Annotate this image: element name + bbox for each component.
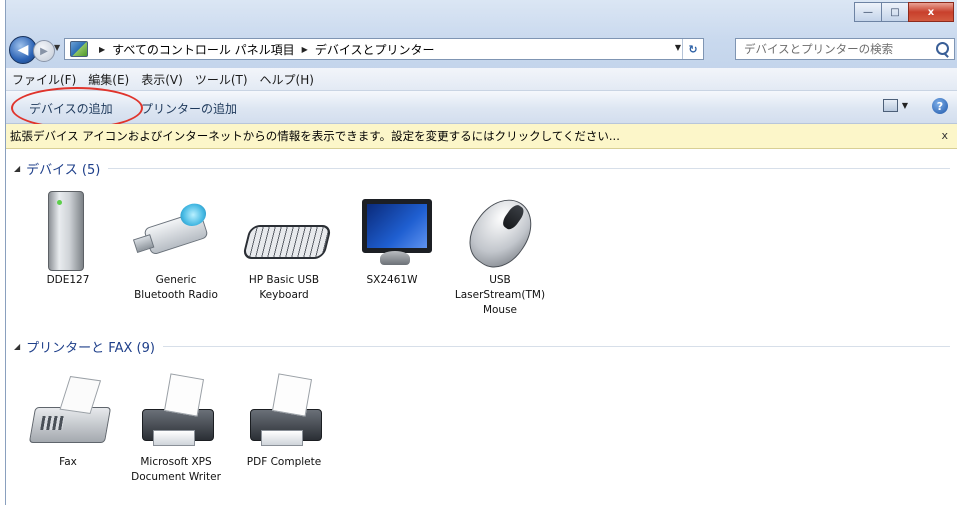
device-tile[interactable]: HP Basic USB Keyboard xyxy=(230,189,338,318)
forward-button[interactable]: ▶ xyxy=(33,40,55,62)
device-label: SX2461W xyxy=(366,274,418,286)
info-bar-close-button[interactable]: x xyxy=(941,129,948,142)
info-bar-text[interactable]: 拡張デバイス アイコンおよびインターネットからの情報を表示できます。設定を変更す… xyxy=(6,128,620,144)
printer-icon xyxy=(244,371,324,451)
printer-icon xyxy=(136,371,216,451)
breadcrumb-devices-and-printers[interactable]: デバイスとプリンター xyxy=(315,41,435,58)
device-label: DDE127 xyxy=(46,274,90,286)
external-hdd-icon xyxy=(28,189,108,271)
change-view-button[interactable]: ▼ xyxy=(882,99,908,112)
refresh-icon[interactable]: ↻ xyxy=(682,39,703,59)
fax-icon xyxy=(28,371,112,451)
navigation-bar: ◀ ▶ ▼ ▶ すべてのコントロール パネル項目 ▶ デバイスとプリンター ▼ … xyxy=(6,34,957,64)
minimize-button[interactable]: — xyxy=(854,2,882,22)
monitor-icon xyxy=(352,189,432,269)
explorer-window: — □ x ◀ ▶ ▼ ▶ すべてのコントロール パネル項目 ▶ デバイスとプリ… xyxy=(5,0,957,505)
highlight-annotation xyxy=(11,87,143,129)
view-options-icon xyxy=(882,99,898,112)
device-label: Generic Bluetooth Radio xyxy=(134,274,218,301)
device-list: ◢ デバイス (5) DDE127 Generic Bluetooth Radi… xyxy=(6,149,957,505)
printers-tiles: Fax Microsoft XPS Document Writer PDF Co… xyxy=(14,371,338,485)
printer-label: Fax xyxy=(59,456,77,468)
search-input[interactable]: デバイスとプリンターの検索 xyxy=(735,38,955,60)
chevron-right-icon[interactable]: ▶ xyxy=(99,45,105,54)
printer-tile[interactable]: PDF Complete xyxy=(230,371,338,485)
menu-bar: ファイル(F) 編集(E) 表示(V) ツール(T) ヘルプ(H) xyxy=(6,68,957,91)
group-title: デバイス (5) xyxy=(26,163,101,178)
help-button[interactable]: ? xyxy=(932,98,948,114)
search-placeholder: デバイスとプリンターの検索 xyxy=(744,42,894,56)
device-tile[interactable]: DDE127 xyxy=(14,189,122,318)
menu-view[interactable]: 表示(V) xyxy=(135,71,189,88)
group-header-printers[interactable]: ◢ プリンターと FAX (9) xyxy=(14,337,950,356)
printer-tile[interactable]: Fax xyxy=(14,371,122,485)
group-divider xyxy=(108,168,950,169)
close-button[interactable]: x xyxy=(908,2,954,22)
printer-tile[interactable]: Microsoft XPS Document Writer xyxy=(122,371,230,485)
control-panel-icon xyxy=(70,41,88,57)
keyboard-icon xyxy=(241,189,333,269)
search-icon[interactable] xyxy=(936,42,949,55)
menu-tools[interactable]: ツール(T) xyxy=(189,71,254,88)
maximize-button[interactable]: □ xyxy=(881,2,909,22)
printer-label: PDF Complete xyxy=(246,456,322,468)
add-printer-button[interactable]: プリンターの追加 xyxy=(141,100,237,117)
collapse-arrow-icon[interactable]: ◢ xyxy=(14,164,20,173)
breadcrumb-all-control-panel-items[interactable]: すべてのコントロール パネル項目 xyxy=(112,41,295,58)
device-tile[interactable]: SX2461W xyxy=(338,189,446,318)
device-tile[interactable]: USB LaserStream(TM) Mouse xyxy=(446,188,554,318)
menu-help[interactable]: ヘルプ(H) xyxy=(254,71,320,88)
collapse-arrow-icon[interactable]: ◢ xyxy=(14,342,20,351)
group-header-devices[interactable]: ◢ デバイス (5) xyxy=(14,159,950,178)
device-tile[interactable]: Generic Bluetooth Radio xyxy=(122,189,230,318)
group-title: プリンターと FAX (9) xyxy=(26,341,155,356)
address-dropdown-icon[interactable]: ▼ xyxy=(675,43,681,52)
window-controls: — □ x xyxy=(854,2,954,22)
menu-edit[interactable]: 編集(E) xyxy=(82,71,135,88)
group-divider xyxy=(162,346,950,347)
device-label: USB LaserStream(TM) Mouse xyxy=(454,274,546,316)
mouse-icon xyxy=(458,188,544,278)
command-bar: デバイスの追加 プリンターの追加 ▼ ? xyxy=(6,91,957,124)
address-bar[interactable]: ▶ すべてのコントロール パネル項目 ▶ デバイスとプリンター ▼ ↻ xyxy=(64,38,704,60)
menu-file[interactable]: ファイル(F) xyxy=(6,71,82,88)
printer-label: Microsoft XPS Document Writer xyxy=(131,456,221,483)
device-label: HP Basic USB Keyboard xyxy=(248,274,320,301)
devices-tiles: DDE127 Generic Bluetooth Radio HP Basic … xyxy=(14,188,554,318)
recent-pages-dropdown[interactable]: ▼ xyxy=(54,43,60,52)
info-bar[interactable]: 拡張デバイス アイコンおよびインターネットからの情報を表示できます。設定を変更す… xyxy=(6,124,957,149)
chevron-right-icon[interactable]: ▶ xyxy=(302,45,308,54)
chevron-down-icon: ▼ xyxy=(901,101,908,110)
bluetooth-adapter-icon xyxy=(136,189,216,269)
